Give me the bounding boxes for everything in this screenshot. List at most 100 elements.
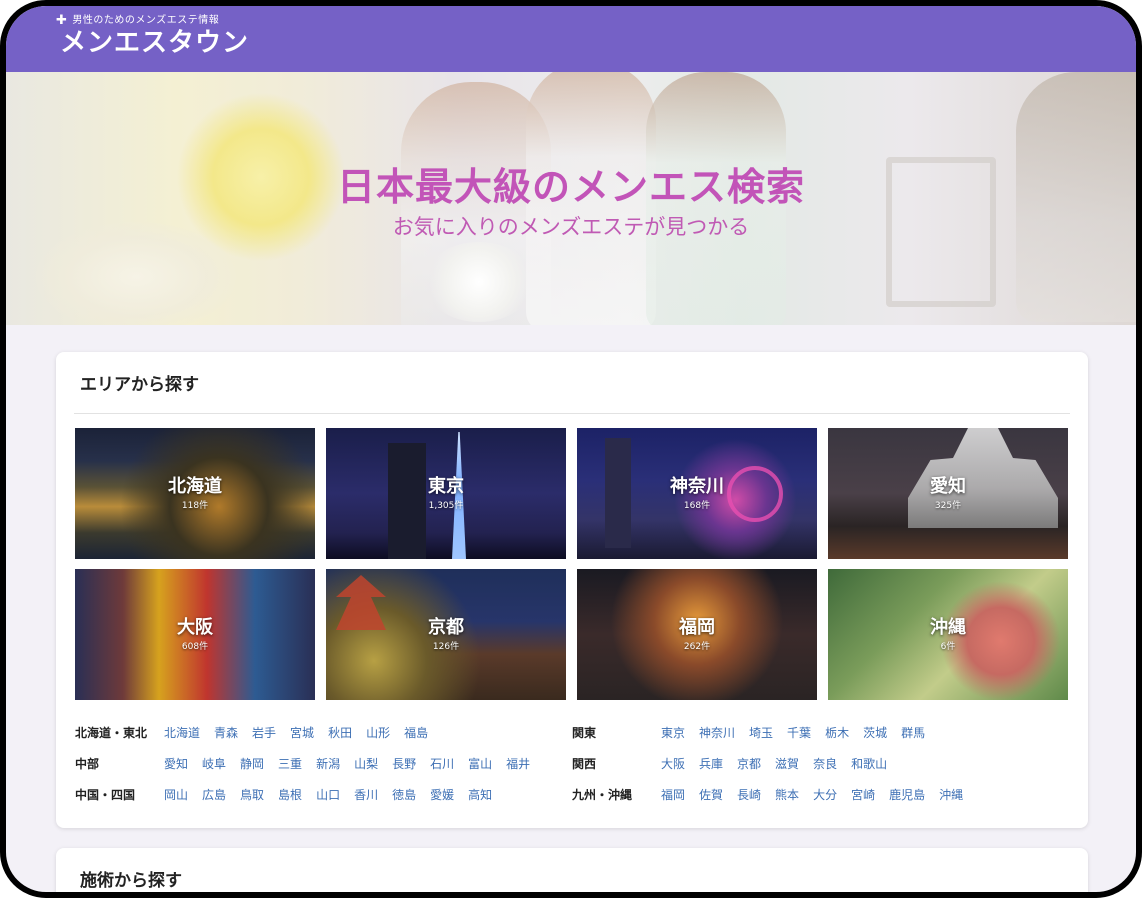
hero-text-block: 日本最大級のメンエス検索 お気に入りのメンズエステが見つかる	[6, 164, 1136, 242]
region-links: 愛知 岐阜 静岡 三重 新潟 山梨 長野 石川 富山 福井	[164, 755, 530, 772]
logo-name: メンエスタウン	[60, 28, 250, 58]
site-header: ✚ 男性のためのメンズエステ情報 メンエスタウン	[6, 6, 1136, 72]
logo-tagline: 男性のためのメンズエステ情報	[72, 15, 220, 26]
prefecture-link[interactable]: 徳島	[392, 786, 416, 803]
area-search-card: エリアから探す 北海道 118件 東京 1,305件 神奈川 168件 愛知 3…	[56, 352, 1088, 828]
prefecture-link[interactable]: 秋田	[328, 724, 352, 741]
area-tile-count: 325件	[934, 500, 962, 511]
area-tile-count: 262件	[683, 641, 711, 652]
prefecture-link[interactable]: 北海道	[164, 724, 200, 741]
region-row-kanto: 関東 東京 神奈川 埼玉 千葉 栃木 茨城 群馬	[572, 722, 925, 742]
prefecture-link[interactable]: 和歌山	[851, 755, 887, 772]
area-tile-kyoto[interactable]: 京都 126件	[326, 569, 566, 700]
hero-roses-decoration	[424, 242, 534, 322]
prefecture-link[interactable]: 岩手	[252, 724, 276, 741]
building-shape	[605, 438, 631, 548]
area-tile-name: 沖縄	[930, 616, 966, 638]
prefecture-link[interactable]: 千葉	[787, 724, 811, 741]
region-links: 福岡 佐賀 長崎 熊本 大分 宮崎 鹿児島 沖縄	[661, 786, 963, 803]
area-tile-name: 福岡	[679, 616, 715, 638]
area-tile-count: 608件	[181, 641, 209, 652]
prefecture-link[interactable]: 長崎	[737, 786, 761, 803]
area-tile-name: 京都	[428, 616, 464, 638]
prefecture-link[interactable]: 山口	[316, 786, 340, 803]
prefecture-link[interactable]: 茨城	[863, 724, 887, 741]
logo-tagline-row: ✚ 男性のためのメンズエステ情報	[56, 13, 249, 28]
prefecture-link[interactable]: 山形	[366, 724, 390, 741]
region-row-kyushu-okinawa: 九州・沖縄 福岡 佐賀 長崎 熊本 大分 宮崎 鹿児島 沖縄	[572, 784, 963, 804]
prefecture-link[interactable]: 沖縄	[939, 786, 963, 803]
prefecture-link[interactable]: 広島	[202, 786, 226, 803]
area-tile-name: 神奈川	[670, 475, 724, 497]
prefecture-link[interactable]: 東京	[661, 724, 685, 741]
prefecture-link[interactable]: 奈良	[813, 755, 837, 772]
region-links: 北海道 青森 岩手 宮城 秋田 山形 福島	[164, 724, 428, 741]
prefecture-link[interactable]: 福岡	[661, 786, 685, 803]
prefecture-link[interactable]: 岡山	[164, 786, 188, 803]
prefecture-link[interactable]: 大阪	[661, 755, 685, 772]
technique-section-title: 施術から探す	[80, 871, 182, 891]
prefecture-link[interactable]: 新潟	[316, 755, 340, 772]
region-row-chubu: 中部 愛知 岐阜 静岡 三重 新潟 山梨 長野 石川 富山 福井	[75, 753, 530, 773]
prefecture-link[interactable]: 滋賀	[775, 755, 799, 772]
area-tile-fukuoka[interactable]: 福岡 262件	[577, 569, 817, 700]
prefecture-link[interactable]: 大分	[813, 786, 837, 803]
prefecture-link[interactable]: 青森	[214, 724, 238, 741]
browser-frame: ✚ 男性のためのメンズエステ情報 メンエスタウン 日本最大級のメンエス検索 お気…	[0, 0, 1142, 898]
prefecture-link[interactable]: 長野	[392, 755, 416, 772]
hero-banner: 日本最大級のメンエス検索 お気に入りのメンズエステが見つかる	[6, 72, 1136, 325]
area-tile-name: 東京	[428, 475, 464, 497]
prefecture-link[interactable]: 富山	[468, 755, 492, 772]
prefecture-link[interactable]: 栃木	[825, 724, 849, 741]
region-label: 中国・四国	[75, 787, 136, 802]
prefecture-link[interactable]: 佐賀	[699, 786, 723, 803]
ferris-wheel-shape	[727, 466, 783, 522]
prefecture-link[interactable]: 三重	[278, 755, 302, 772]
area-tile-name: 北海道	[168, 475, 222, 497]
area-tile-okinawa[interactable]: 沖縄 6件	[828, 569, 1068, 700]
prefecture-link[interactable]: 京都	[737, 755, 761, 772]
prefecture-link[interactable]: 宮城	[290, 724, 314, 741]
prefecture-link[interactable]: 山梨	[354, 755, 378, 772]
prefecture-link[interactable]: 鹿児島	[889, 786, 925, 803]
area-tile-tokyo[interactable]: 東京 1,305件	[326, 428, 566, 559]
prefecture-link[interactable]: 石川	[430, 755, 454, 772]
area-tile-osaka[interactable]: 大阪 608件	[75, 569, 315, 700]
prefecture-link[interactable]: 香川	[354, 786, 378, 803]
site-logo[interactable]: ✚ 男性のためのメンズエステ情報 メンエスタウン	[56, 13, 250, 59]
area-tile-name: 愛知	[930, 475, 966, 497]
prefecture-link[interactable]: 静岡	[240, 755, 264, 772]
prefecture-link[interactable]: 福島	[404, 724, 428, 741]
region-label: 北海道・東北	[75, 725, 148, 740]
region-label: 中部	[75, 756, 100, 771]
region-label: 九州・沖縄	[572, 787, 633, 802]
prefecture-link[interactable]: 宮崎	[851, 786, 875, 803]
area-tile-name: 大阪	[177, 616, 213, 638]
area-tile-aichi[interactable]: 愛知 325件	[828, 428, 1068, 559]
prefecture-link[interactable]: 埼玉	[749, 724, 773, 741]
area-tile-count: 6件	[940, 641, 956, 652]
prefecture-link[interactable]: 福井	[506, 755, 530, 772]
prefecture-link[interactable]: 高知	[468, 786, 492, 803]
hero-subtitle: お気に入りのメンズエステが見つかる	[392, 215, 750, 239]
building-shape	[388, 443, 426, 559]
area-tile-hokkaido[interactable]: 北海道 118件	[75, 428, 315, 559]
prefecture-link[interactable]: 熊本	[775, 786, 799, 803]
region-row-chugoku-shikoku: 中国・四国 岡山 広島 鳥取 島根 山口 香川 徳島 愛媛 高知	[75, 784, 492, 804]
prefecture-link[interactable]: 愛媛	[430, 786, 454, 803]
region-links: 大阪 兵庫 京都 滋賀 奈良 和歌山	[661, 755, 887, 772]
prefecture-link[interactable]: 岐阜	[202, 755, 226, 772]
plus-icon: ✚	[56, 13, 68, 28]
prefecture-link[interactable]: 鳥取	[240, 786, 264, 803]
prefecture-link[interactable]: 島根	[278, 786, 302, 803]
prefecture-link[interactable]: 神奈川	[699, 724, 735, 741]
area-tile-count: 1,305件	[428, 500, 464, 511]
area-tile-kanagawa[interactable]: 神奈川 168件	[577, 428, 817, 559]
prefecture-link[interactable]: 愛知	[164, 755, 188, 772]
area-section-title: エリアから探す	[80, 375, 199, 395]
area-tile-count: 126件	[432, 641, 460, 652]
hero-title: 日本最大級のメンエス検索	[336, 165, 805, 209]
prefecture-link[interactable]: 群馬	[901, 724, 925, 741]
section-divider	[74, 413, 1070, 414]
prefecture-link[interactable]: 兵庫	[699, 755, 723, 772]
